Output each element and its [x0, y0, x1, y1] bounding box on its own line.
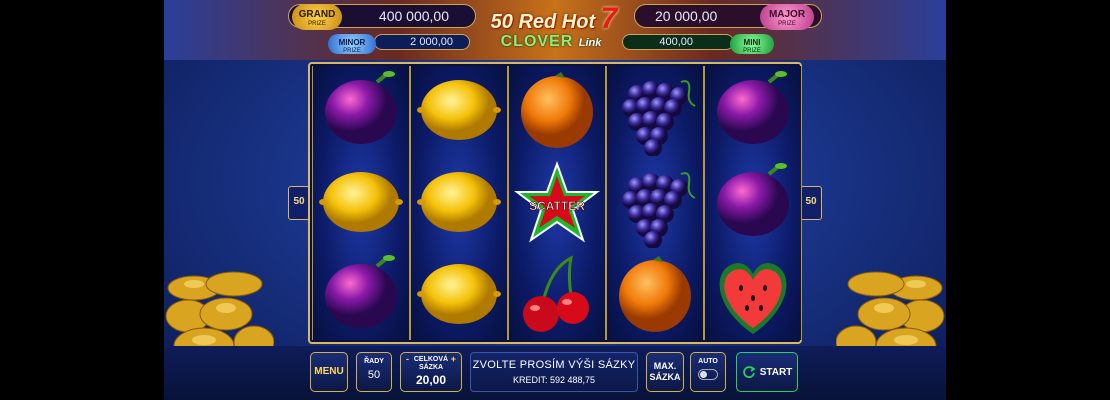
menu-button[interactable]: MENU — [310, 352, 348, 392]
minor-jackpot-badge: MINOR PRIZE — [328, 34, 376, 54]
symbol-cherry — [509, 248, 605, 340]
symbol-plum — [705, 64, 801, 156]
paylines-indicator-right: 50 — [800, 186, 822, 220]
max-bet-button[interactable]: MAX. SÁZKA — [646, 352, 684, 392]
reel-2 — [410, 66, 508, 340]
auto-label: AUTO — [698, 358, 718, 365]
symbol-lemon — [411, 64, 507, 156]
reel-3: SCATTER — [508, 66, 606, 340]
reel-grid: SCATTER — [308, 62, 802, 344]
grand-jackpot-badge: GRAND PRIZE — [292, 4, 342, 30]
symbol-plum — [313, 248, 409, 340]
symbol-lemon — [313, 156, 409, 248]
major-jackpot-badge: MAJOR PRIZE — [760, 4, 814, 30]
symbol-scatter: SCATTER — [509, 156, 605, 248]
lines-value: 50 — [367, 369, 381, 381]
refresh-icon — [742, 366, 756, 378]
bet-decrease-button[interactable]: - — [406, 354, 409, 364]
start-label: START — [759, 366, 793, 378]
symbol-grapes — [607, 64, 703, 156]
reel-1 — [312, 66, 410, 340]
auto-play-button[interactable]: AUTO — [690, 352, 726, 392]
status-message: ZVOLTE PROSÍM VÝŠI SÁZKY — [472, 359, 636, 371]
symbol-orange — [607, 248, 703, 340]
symbol-grapes — [607, 156, 703, 248]
mini-jackpot-badge: MINI PRIZE — [730, 34, 774, 54]
reel-4 — [606, 66, 704, 340]
reel-5 — [704, 66, 802, 340]
game-stage: 400 000,00 GRAND PRIZE 20 000,00 MAJOR PRI… — [164, 0, 946, 400]
game-logo: 50 Red Hot 7 — [490, 2, 618, 35]
symbol-plum — [313, 64, 409, 156]
symbol-lemon — [411, 156, 507, 248]
bet-increase-button[interactable]: + — [451, 354, 456, 364]
game-logo-subtitle: CLOVER Link — [500, 33, 602, 50]
lines-label: ŘADY — [364, 358, 384, 365]
lines-selector[interactable]: ŘADY 50 — [356, 352, 392, 392]
paylines-indicator-left: 50 — [288, 186, 310, 220]
svg-text:SCATTER: SCATTER — [529, 199, 585, 213]
symbol-orange — [509, 64, 605, 156]
credit-display: KREDIT: 592 488,75 — [512, 375, 596, 385]
total-bet-control: - CELKOVÁ SÁZKA + 20,00 — [400, 352, 462, 392]
control-bar: MENU ŘADY 50 - CELKOVÁ SÁZKA + 20,00 ZVO… — [164, 346, 946, 400]
start-spin-button[interactable]: START — [736, 352, 798, 392]
mini-jackpot-value: 400,00 — [622, 34, 734, 50]
message-panel: ZVOLTE PROSÍM VÝŠI SÁZKY KREDIT: 592 488… — [470, 352, 638, 392]
symbol-lemon — [411, 248, 507, 340]
symbol-plum — [705, 156, 801, 248]
minor-jackpot-value: 2 000,00 — [374, 34, 470, 50]
auto-toggle-icon — [698, 369, 718, 380]
total-bet-value: 20,00 — [415, 373, 447, 387]
symbol-watermelon — [705, 248, 801, 340]
